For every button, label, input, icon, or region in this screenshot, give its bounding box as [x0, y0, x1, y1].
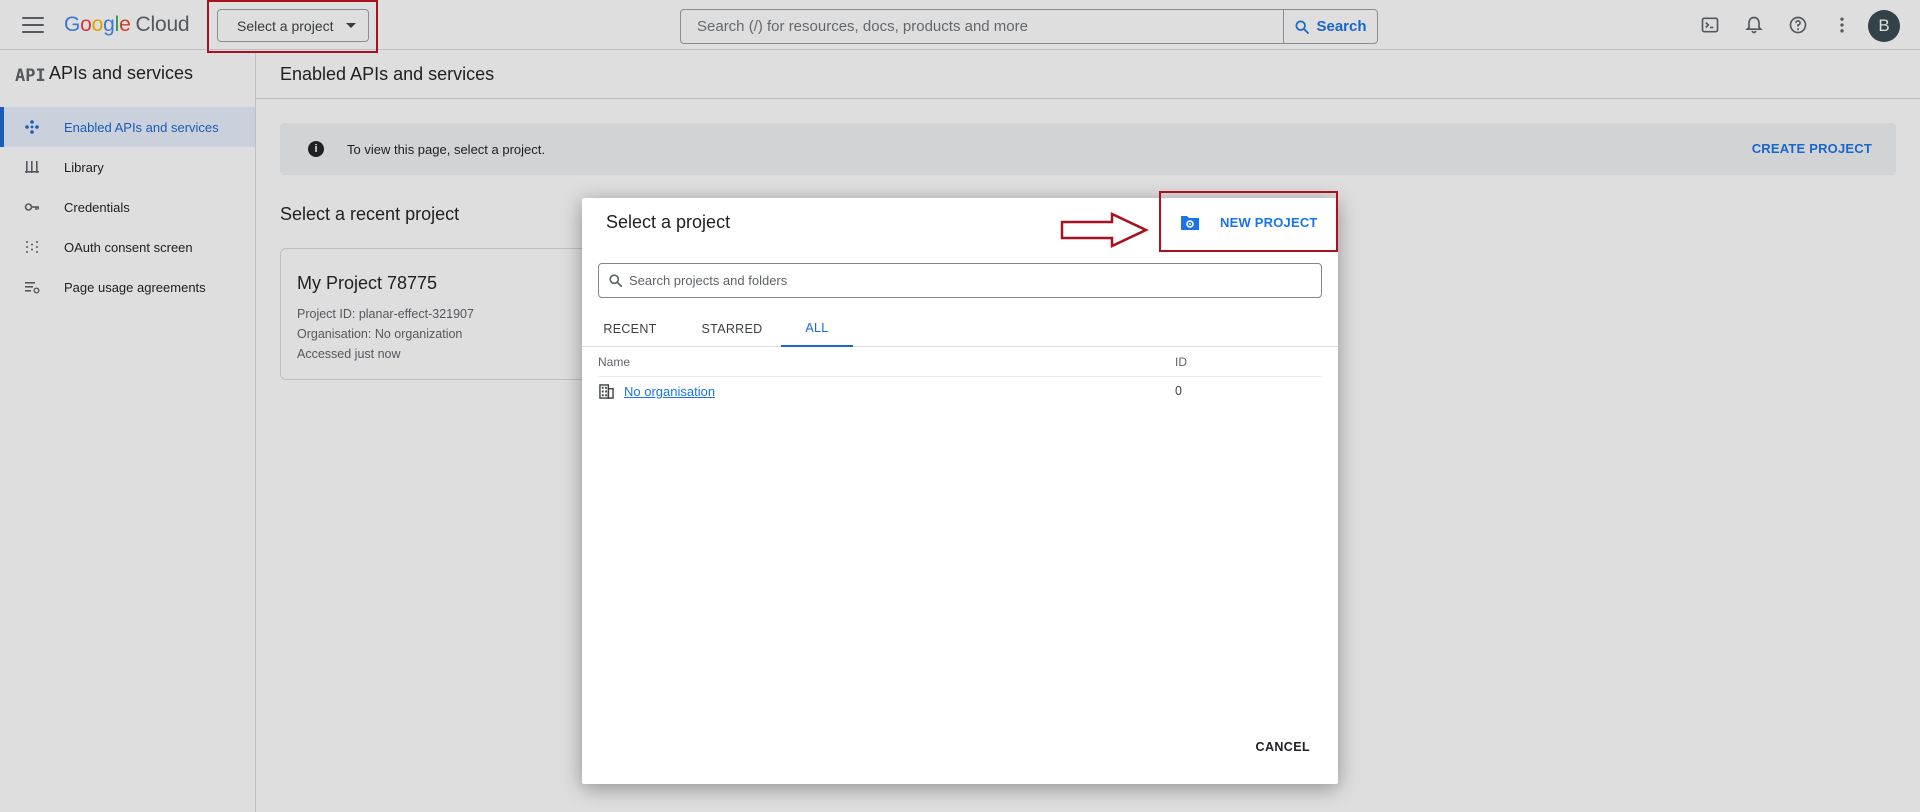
dialog-title: Select a project: [606, 212, 731, 232]
annotation-arrow-icon: [1060, 212, 1149, 248]
new-project-button[interactable]: NEW PROJECT: [1180, 210, 1318, 234]
column-header-id: ID: [1175, 355, 1187, 369]
project-selector-highlight: [207, 0, 378, 53]
search-icon: [609, 274, 622, 287]
project-search-box: [598, 263, 1322, 298]
folder-settings-icon: [1181, 216, 1199, 230]
table-divider: [598, 376, 1322, 377]
tab-all[interactable]: ALL: [781, 311, 853, 347]
column-header-name: Name: [598, 355, 631, 369]
tab-recent[interactable]: RECENT: [598, 311, 662, 347]
project-tabs: RECENT STARRED ALL: [582, 311, 1338, 347]
new-project-label: NEW PROJECT: [1220, 214, 1318, 230]
tab-starred[interactable]: STARRED: [690, 311, 774, 347]
organization-building-icon: [599, 384, 614, 399]
organisation-link[interactable]: No organisation: [624, 384, 715, 399]
select-project-dialog: Select a project NEW PROJECT RECENT STAR…: [582, 191, 1338, 784]
table-row[interactable]: No organisation 0: [598, 380, 1322, 408]
organisation-id: 0: [1175, 384, 1182, 398]
project-search-input[interactable]: [623, 273, 1321, 288]
cancel-button[interactable]: CANCEL: [1256, 736, 1310, 758]
